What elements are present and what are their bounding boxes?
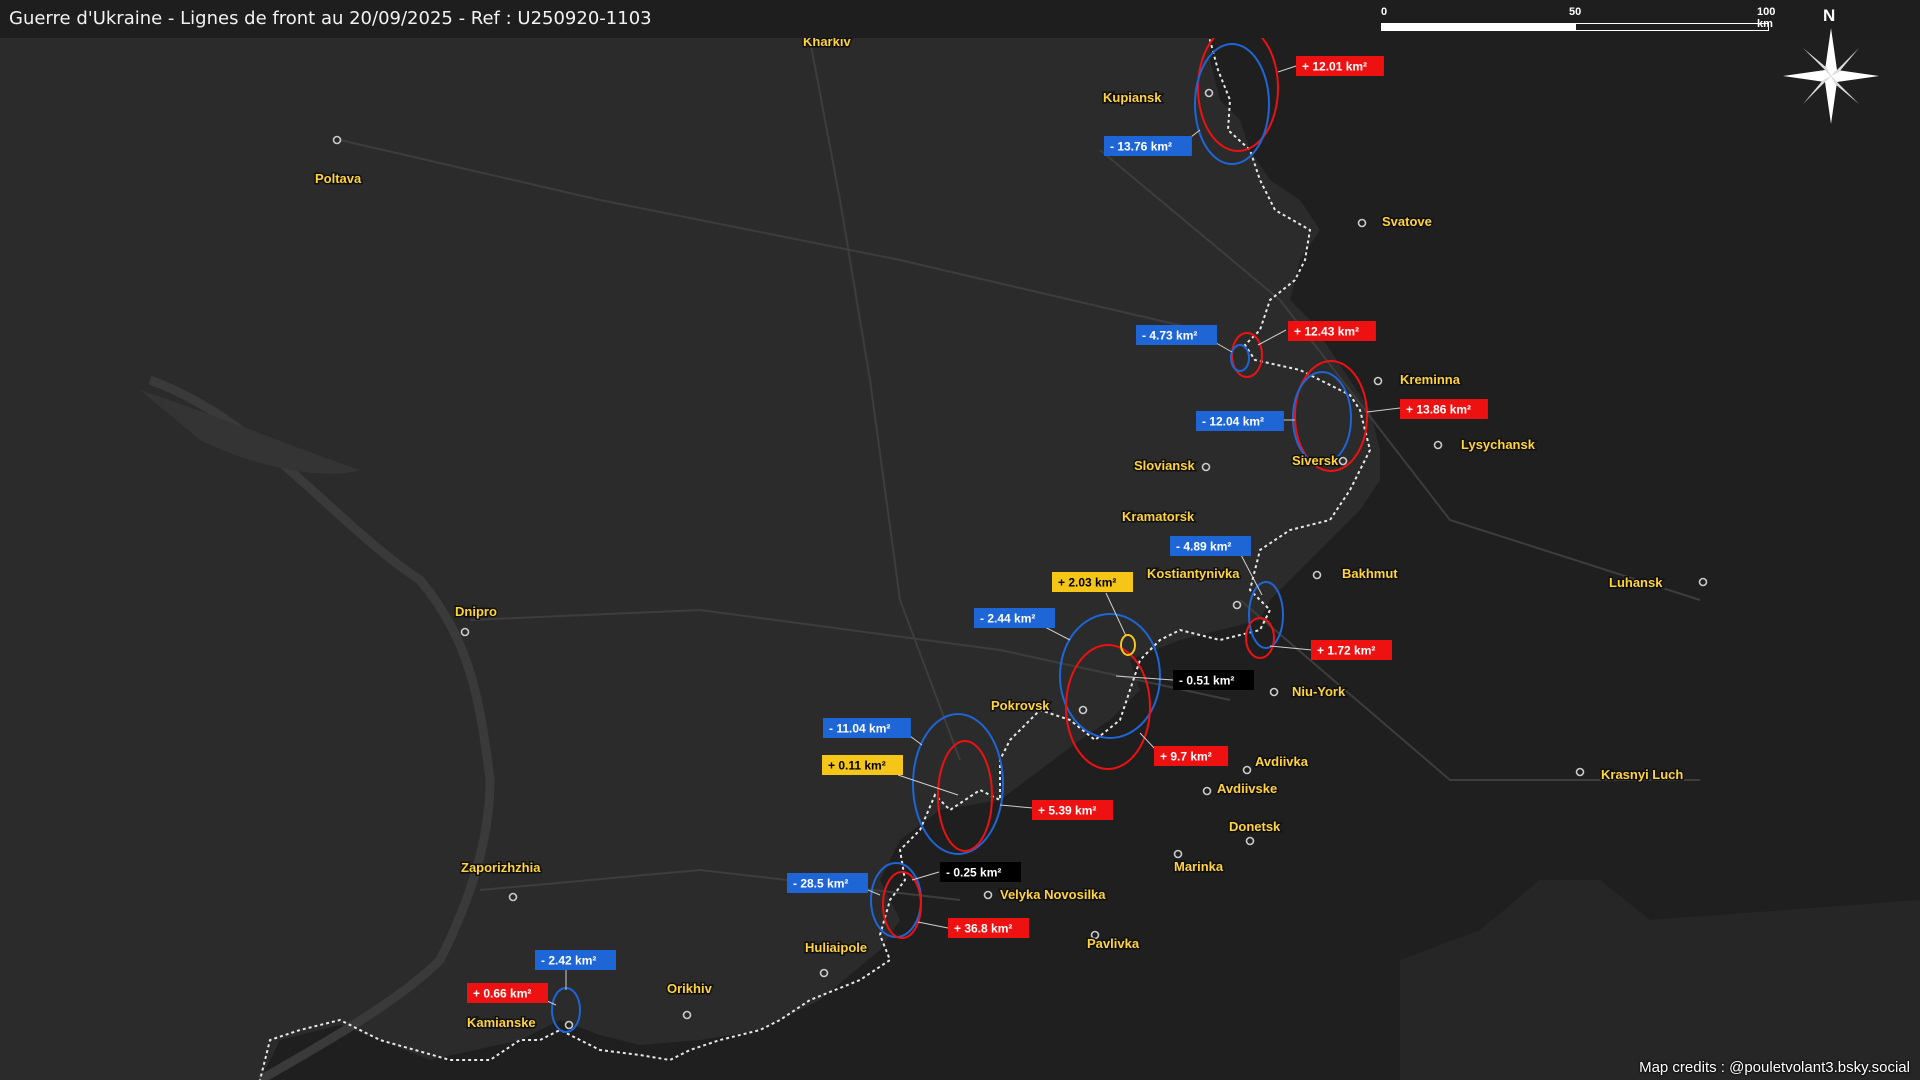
city-label: Krasnyi Luch <box>1601 767 1683 782</box>
city-label: Kostiantynivka <box>1147 566 1240 581</box>
change-badge-label: + 9.7 km² <box>1160 750 1212 764</box>
scale-tick-50: 50 <box>1569 6 1582 18</box>
change-badge-label: - 12.04 km² <box>1202 415 1264 429</box>
city-label: Siversk <box>1292 453 1339 468</box>
map-canvas[interactable]: Kharkiv Kupiansk Poltava Svatove Kreminn… <box>0 0 1920 1080</box>
change-badge-label: + 12.43 km² <box>1294 325 1359 339</box>
north-letter: N <box>1823 6 1836 25</box>
city-label: Huliaipole <box>805 940 867 955</box>
change-badge-label: - 0.25 km² <box>946 866 1001 880</box>
city-label: Kramatorsk <box>1122 509 1195 524</box>
city-label: Avdiivka <box>1255 754 1309 769</box>
change-badge-label: - 2.44 km² <box>980 612 1035 626</box>
change-badge-label: + 0.11 km² <box>828 759 886 773</box>
city-label: Pavlivka <box>1087 936 1140 951</box>
map-title: Guerre d'Ukraine - Lignes de front au 20… <box>9 8 652 29</box>
city-label: Bakhmut <box>1342 566 1398 581</box>
map-credits: Map credits : @pouletvolant3.bsky.social <box>1639 1059 1910 1076</box>
city-label: Kamianske <box>467 1015 536 1030</box>
change-badge-label: + 12.01 km² <box>1302 60 1367 74</box>
change-badge-label: - 11.04 km² <box>829 722 890 736</box>
change-badge-label: - 13.76 km² <box>1110 140 1172 154</box>
change-badge-label: - 4.73 km² <box>1142 329 1197 343</box>
city-label: Kupiansk <box>1103 90 1162 105</box>
city-label: Poltava <box>315 171 362 186</box>
city-label: Velyka Novosilka <box>1000 887 1106 902</box>
change-badge-label: + 5.39 km² <box>1038 804 1096 818</box>
change-badge-label: + 0.66 km² <box>473 987 531 1001</box>
north-arrow: N <box>1783 6 1879 124</box>
scale-bar: 0 50 100 km <box>1381 6 1775 36</box>
city-label: Svatove <box>1382 214 1432 229</box>
city-label: Kreminna <box>1400 372 1461 387</box>
city-label: Avdiivske <box>1217 781 1277 796</box>
city-label: Zaporizhzhia <box>461 860 541 875</box>
change-badge-label: - 4.89 km² <box>1176 540 1231 554</box>
change-badge-label: - 0.51 km² <box>1179 674 1234 688</box>
city-label: Sloviansk <box>1134 458 1195 473</box>
change-badge-label: - 2.42 km² <box>541 954 596 968</box>
scale-bar-graphic <box>1381 23 1769 31</box>
city-label: Donetsk <box>1229 819 1281 834</box>
change-badge-label: + 36.8 km² <box>954 922 1012 936</box>
change-badge-label: + 2.03 km² <box>1058 576 1116 590</box>
change-badge-label: + 13.86 km² <box>1406 403 1471 417</box>
scale-tick-0: 0 <box>1381 6 1388 18</box>
city-label: Niu-York <box>1292 684 1346 699</box>
change-badge-label: + 1.72 km² <box>1317 644 1375 658</box>
compass-rose-icon <box>1783 28 1879 124</box>
city-label: Dnipro <box>455 604 497 619</box>
city-label: Pokrovsk <box>991 698 1050 713</box>
city-label: Lysychansk <box>1461 437 1536 452</box>
city-label: Orikhiv <box>667 981 713 996</box>
city-label: Marinka <box>1174 859 1224 874</box>
change-badge-label: - 28.5 km² <box>793 877 848 891</box>
city-label: Luhansk <box>1609 575 1663 590</box>
